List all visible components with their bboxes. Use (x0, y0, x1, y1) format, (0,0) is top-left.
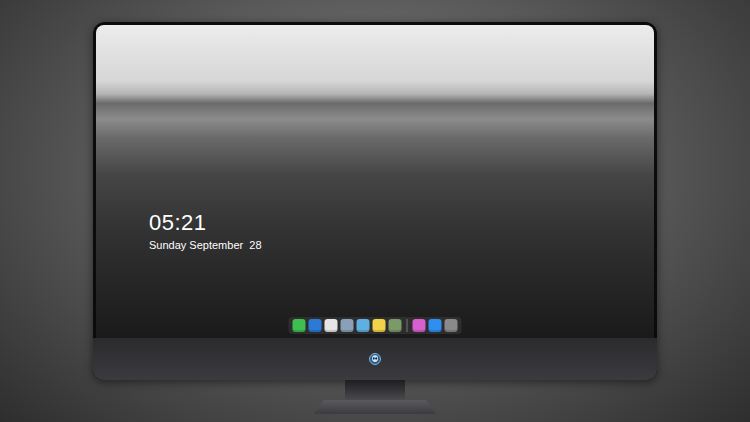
time: 05:21 (149, 211, 262, 235)
dock-app-icon[interactable] (445, 319, 458, 332)
wallpaper-photo: 05:21 Sunday September 28 (96, 25, 654, 338)
dock-app-icon[interactable] (373, 319, 386, 332)
stand-neck (345, 380, 405, 400)
alien-logo-icon (369, 353, 381, 365)
monitor-frame: 05:21 Sunday September 28 (93, 22, 657, 380)
dock-app-icon[interactable] (389, 319, 402, 332)
dock-app-icon[interactable] (429, 319, 442, 332)
dock-app-icon[interactable] (357, 319, 370, 332)
monitor: 05:21 Sunday September 28 (93, 22, 657, 414)
dock-app-icon[interactable] (341, 319, 354, 332)
dock (289, 317, 462, 334)
dock-app-icon[interactable] (293, 319, 306, 332)
dock-app-icon[interactable] (325, 319, 338, 332)
monitor-chin (93, 338, 657, 380)
lock-clock: 05:21 Sunday September 28 (149, 211, 262, 252)
dock-app-icon[interactable] (413, 319, 426, 332)
dock-app-icon[interactable] (309, 319, 322, 332)
page: 05:21 Sunday September 28 (0, 0, 750, 422)
stand-base (314, 400, 436, 414)
date: Sunday September 28 (149, 239, 262, 252)
dock-separator (407, 319, 408, 332)
